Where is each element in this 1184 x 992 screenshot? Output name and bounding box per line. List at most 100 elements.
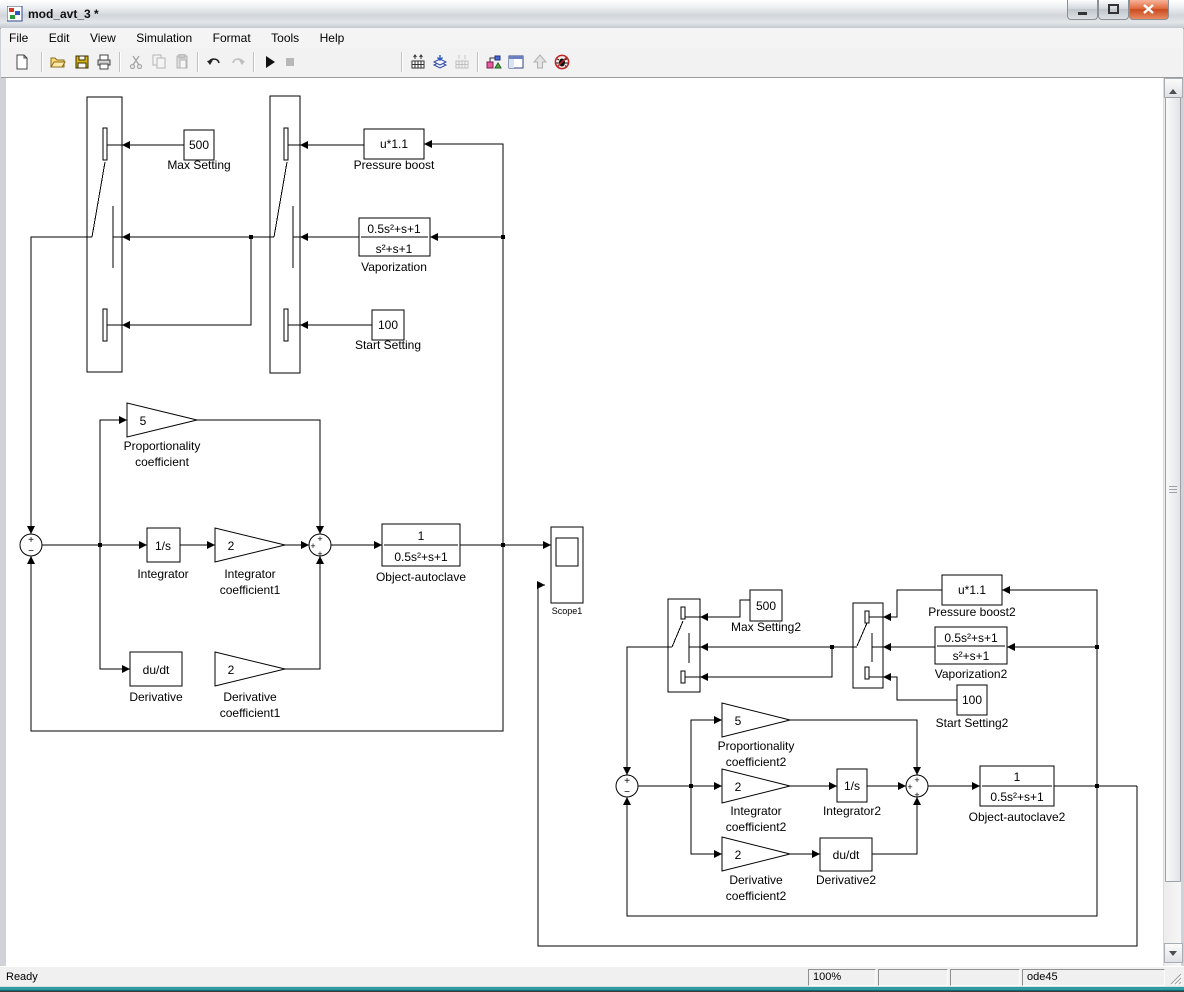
block-tf-object-autoclave[interactable]: 1 0.5s²+s+1 Object-autoclave [376,524,466,584]
block-gain-derivative-coeff-2[interactable]: 2 Derivative coefficient2 [722,837,790,903]
constant-value: 100 [378,318,398,332]
undo-button[interactable] [203,51,225,73]
toolbar: Normal [1,48,1183,78]
close-button[interactable] [1129,0,1169,20]
sum-sign: − [28,546,34,557]
block-label: Object-autoclave [376,570,466,584]
build-all-button[interactable] [429,51,451,73]
print-button[interactable] [93,51,115,73]
window-bottom-border [0,986,1184,992]
menu-format[interactable]: Format [205,28,259,48]
status-solver: ode45 [1022,969,1165,986]
block-value: du/dt [143,663,170,677]
incremental-build-button[interactable] [451,51,473,73]
block-label: Vaporization [361,260,427,274]
block-label-line1: Integrator [224,567,275,581]
close-icon [1130,0,1168,19]
block-sum-pid-2[interactable]: + + + [906,775,928,800]
fcn-expression: u*1.1 [958,583,986,597]
block-gain-proportionality[interactable]: 5 Proportionality coefficient [124,403,201,469]
restore-button[interactable] [1098,0,1129,20]
scrollbar-thumb[interactable] [1165,97,1181,882]
block-label-line1: Derivative [729,873,783,887]
block-label-line2: coefficient1 [220,583,281,597]
block-tf-vaporization2[interactable]: 0.5s²+s+1 s²+s+1 Vaporization2 [935,627,1008,681]
vertical-scrollbar[interactable] [1163,78,1181,966]
block-fcn-pressure-boost2[interactable]: u*1.1 Pressure boost2 [928,575,1016,619]
resize-grip[interactable] [1169,972,1182,985]
menu-tools[interactable]: Tools [263,28,307,48]
tf-numerator: 0.5s²+s+1 [367,222,421,236]
block-constant-max-setting2[interactable]: 500 Max Setting2 [731,590,801,634]
menu-edit[interactable]: Edit [41,28,78,48]
block-constant-start-setting2[interactable]: 100 Start Setting2 [936,685,1009,730]
menu-simulation[interactable]: Simulation [128,28,200,48]
block-label-line2: coefficient2 [726,820,787,834]
block-scope1[interactable]: Scope1 [551,527,583,616]
save-button[interactable] [71,51,93,73]
block-sum-error-1[interactable]: + − [20,534,42,557]
block-gain-proportionality2[interactable]: 5 Proportionality coefficient2 [718,703,795,769]
block-label: Pressure boost2 [928,605,1016,619]
block-derivative-1[interactable]: du/dt Derivative [129,652,183,704]
model-canvas[interactable]: 500 Max Setting u*1.1 Pressure boost 0.5… [6,78,1163,966]
block-label: Start Setting [355,338,421,352]
block-sum-error-2[interactable]: + − [616,775,638,798]
new-file-button[interactable] [11,51,33,73]
fcn-expression: u*1.1 [380,137,408,151]
block-label-line2: coefficient2 [726,889,787,903]
sum-sign: + [317,534,322,544]
model-browser-button[interactable] [505,51,527,73]
cut-button[interactable] [125,51,147,73]
block-sum-pid-1[interactable]: + + + [309,534,331,559]
block-tf-object-autoclave2[interactable]: 1 0.5s²+s+1 Object-autoclave2 [969,766,1066,824]
block-gain-integrator-coeff-1[interactable]: 2 Integrator coefficient1 [215,528,285,597]
block-gain-derivative-coeff-1[interactable]: 2 Derivative coefficient1 [215,652,285,720]
save-floppy-icon [74,54,90,70]
update-diagram-button[interactable] [407,51,429,73]
block-constant-max-setting[interactable]: 500 Max Setting [167,130,230,172]
block-label: Derivative2 [816,873,876,887]
sum-sign: + [907,782,912,792]
block-switch-2[interactable] [270,96,300,373]
gain-value: 5 [140,414,147,428]
block-integrator-2[interactable]: 1/s Integrator2 [823,769,881,818]
block-label: Vaporization2 [935,667,1008,681]
block-label: Start Setting2 [936,716,1009,730]
minimize-button[interactable] [1067,0,1098,20]
gain-value: 2 [735,848,742,862]
block-switch-3[interactable] [668,599,700,692]
redo-button[interactable] [227,51,249,73]
status-bar: Ready 100% ode45 [0,966,1184,987]
menu-help[interactable]: Help [312,28,353,48]
copy-button[interactable] [148,51,170,73]
menu-file[interactable]: File [1,28,36,48]
scroll-down-button[interactable] [1164,943,1183,963]
block-constant-start-setting[interactable]: 100 Start Setting [355,310,421,352]
restore-icon [1099,0,1128,19]
scroll-up-button[interactable] [1164,78,1183,98]
toolbar-separator [119,52,121,72]
block-derivative-2[interactable]: du/dt Derivative2 [816,838,876,887]
block-integrator-1[interactable]: 1/s Integrator [137,528,188,581]
go-to-parent-button[interactable] [529,51,551,73]
stop-simulation-button[interactable] [279,51,301,73]
menu-view[interactable]: View [82,28,124,48]
model-diagram: 500 Max Setting u*1.1 Pressure boost 0.5… [6,78,1163,966]
library-browser-button[interactable] [483,51,505,73]
open-button[interactable] [47,51,69,73]
title-bar[interactable]: mod_avt_3 * [0,0,1184,29]
model-browser-icon [508,54,524,70]
debug-button[interactable] [551,51,573,73]
block-gain-integrator-coeff-2[interactable]: 2 Integrator coefficient2 [722,769,790,834]
block-tf-vaporization[interactable]: 0.5s²+s+1 s²+s+1 Vaporization [359,218,430,274]
paste-button[interactable] [171,51,193,73]
incremental-build-icon [454,54,470,70]
gain-value: 2 [228,539,235,553]
block-switch-4[interactable] [853,603,883,688]
start-simulation-button[interactable] [259,51,281,73]
block-switch-1[interactable] [87,97,122,372]
block-value: 1/s [844,779,860,793]
block-fcn-pressure-boost[interactable]: u*1.1 Pressure boost [354,129,435,172]
block-label-line2: coefficient1 [220,706,281,720]
